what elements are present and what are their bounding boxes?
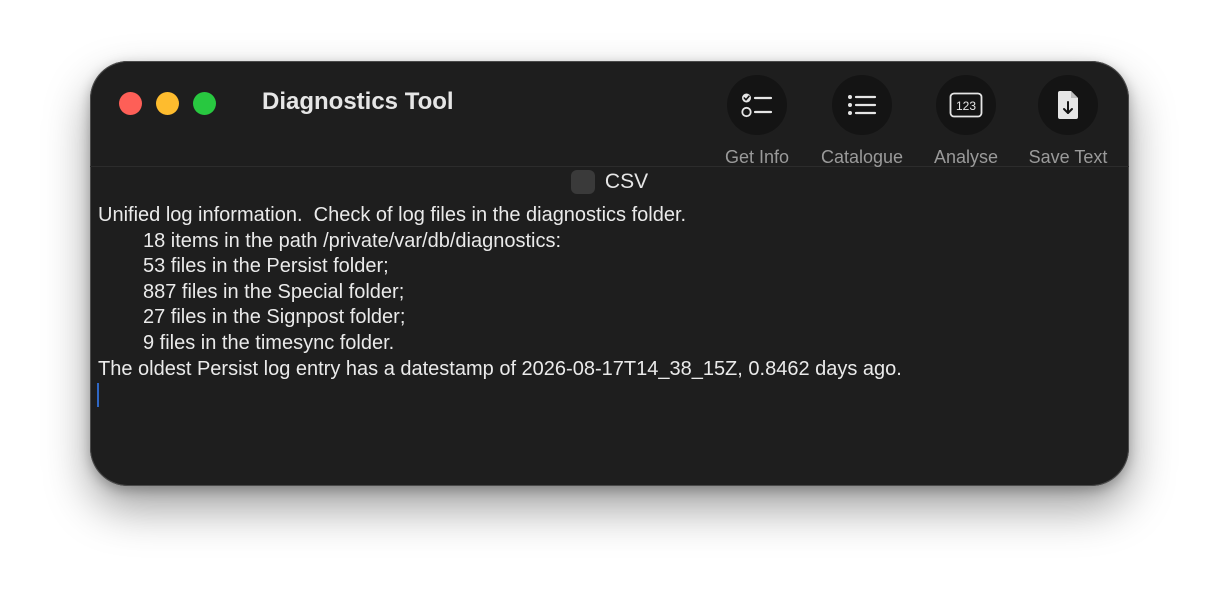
csv-label[interactable]: CSV	[605, 170, 648, 194]
list-icon	[848, 95, 877, 115]
log-line: 27 files in the Signpost folder;	[143, 306, 406, 329]
title-bar[interactable]: Diagnostics Tool Get Info Catalogue 123 …	[90, 61, 1129, 167]
log-line: 53 files in the Persist folder;	[143, 255, 389, 278]
app-window: Diagnostics Tool Get Info Catalogue 123 …	[90, 61, 1129, 486]
get-info-button[interactable]: Get Info	[722, 75, 792, 168]
log-output-text[interactable]: Unified log information. Check of log fi…	[98, 203, 1118, 382]
log-line: 9 files in the timesync folder.	[143, 331, 395, 354]
close-window-button[interactable]	[119, 92, 142, 115]
text-caret	[97, 383, 99, 407]
log-line: 887 files in the Special folder;	[143, 280, 405, 303]
csv-option-row: CSV	[90, 167, 1129, 197]
save-text-label: Save Text	[1028, 147, 1108, 167]
checklist-icon	[741, 93, 773, 118]
catalogue-label: Catalogue	[820, 147, 904, 167]
catalogue-button[interactable]: Catalogue	[817, 75, 907, 168]
log-line: 18 items in the path /private/var/db/dia…	[143, 229, 562, 252]
save-text-button[interactable]: Save Text	[1025, 75, 1111, 168]
window-title: Diagnostics Tool	[262, 88, 454, 115]
analyse-icon-text: 123	[956, 99, 976, 113]
log-line: The oldest Persist log entry has a dates…	[98, 357, 902, 380]
get-info-icon-circle[interactable]	[727, 75, 787, 135]
csv-checkbox[interactable]	[570, 170, 595, 194]
save-text-icon-circle[interactable]	[1038, 75, 1098, 135]
get-info-label: Get Info	[724, 147, 790, 167]
analyse-label: Analyse	[933, 147, 999, 167]
numbers-icon: 123	[949, 92, 983, 118]
analyse-button[interactable]: 123 Analyse	[929, 75, 1003, 168]
minimize-window-button[interactable]	[156, 92, 179, 115]
document-download-icon	[1058, 91, 1078, 119]
log-line: Unified log information. Check of log fi…	[98, 204, 687, 226]
analyse-icon-circle[interactable]: 123	[936, 75, 996, 135]
zoom-window-button[interactable]	[193, 92, 216, 115]
catalogue-icon-circle[interactable]	[832, 75, 892, 135]
